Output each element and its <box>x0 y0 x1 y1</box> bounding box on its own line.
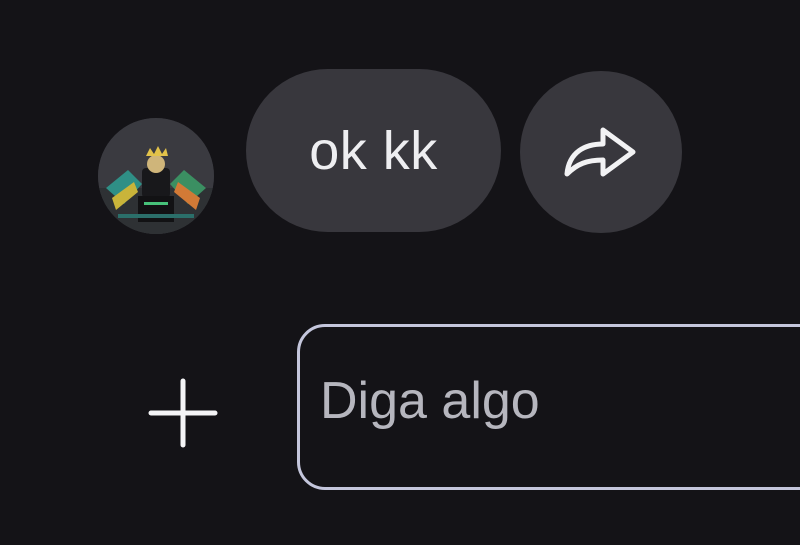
avatar-image <box>98 118 214 234</box>
avatar[interactable] <box>98 118 214 234</box>
message-composer <box>297 324 800 490</box>
message-text: ok kk <box>309 120 438 181</box>
share-button[interactable] <box>520 71 682 233</box>
plus-icon <box>148 378 218 448</box>
share-arrow-icon <box>564 127 636 177</box>
message-bubble[interactable]: ok kk <box>246 69 501 232</box>
add-attachment-button[interactable] <box>140 370 226 456</box>
message-input[interactable] <box>320 327 800 487</box>
